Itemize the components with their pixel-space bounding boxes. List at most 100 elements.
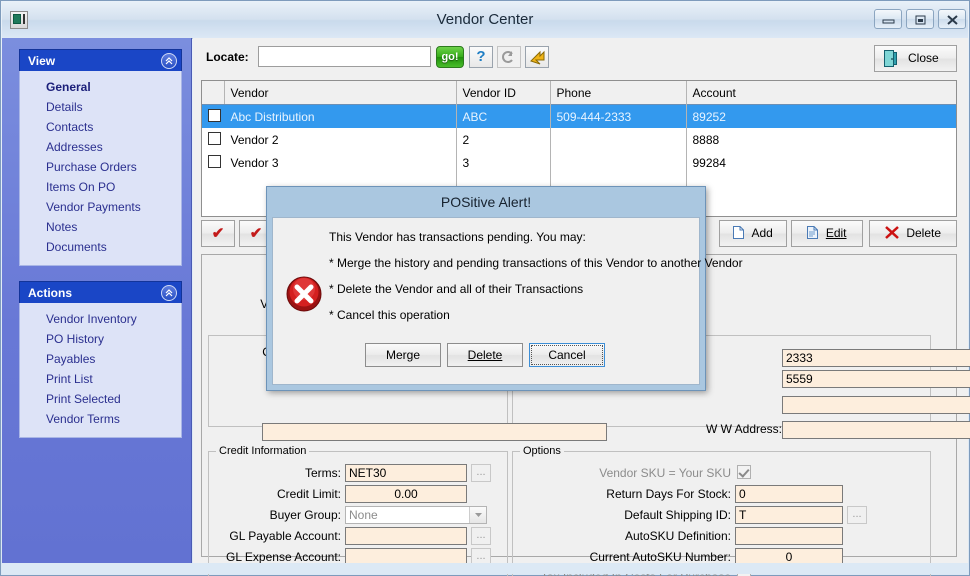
view-panel-header[interactable]: View (19, 49, 182, 71)
dialog-message-line-3: * Delete the Vendor and all of their Tra… (329, 282, 584, 296)
table-row[interactable]: Vendor 3 3 99284 (202, 151, 956, 174)
chevron-up-icon[interactable] (161, 53, 177, 69)
sidebar-item-details[interactable]: Details (20, 97, 181, 117)
cell-vendor-id: 3 (462, 155, 470, 170)
gl-expense-label: GL Expense Account: (226, 550, 341, 564)
terms-label: Terms: (305, 466, 341, 480)
window-title: Vendor Center (436, 11, 534, 28)
return-days-field[interactable]: 0 (735, 485, 843, 503)
gl-payable-field[interactable] (345, 527, 467, 545)
credit-information-title: Credit Information (216, 445, 310, 457)
www-address-field[interactable] (782, 421, 970, 439)
table-header-row: Vendor Vendor ID Phone Account (202, 81, 956, 105)
credit-information-group: Credit Information Terms: NET30 ... Cred… (208, 445, 508, 576)
row-checkbox[interactable] (202, 151, 224, 174)
positive-alert-dialog: POSitive Alert! This Vendor has transact… (266, 186, 743, 391)
minimize-button[interactable] (874, 9, 902, 29)
checkbox-icon[interactable] (208, 155, 221, 168)
refresh-arrow-icon[interactable] (497, 46, 521, 68)
email-field[interactable] (782, 396, 970, 414)
add-label: Add (751, 226, 773, 240)
view-panel: View General Details Contacts Addresses … (19, 49, 182, 266)
shipping-id-field[interactable]: T (735, 506, 843, 524)
edit-label: Edit (826, 226, 847, 240)
cell-phone: 509-444-2333 (550, 104, 686, 128)
add-button[interactable]: Add (719, 220, 787, 247)
red-error-x-icon (286, 276, 322, 312)
sidebar-item-purchase-orders[interactable]: Purchase Orders (20, 157, 181, 177)
vendor-sku-label: Vendor SKU = Your SKU (599, 466, 731, 480)
sidebar-item-print-list[interactable]: Print List (20, 369, 181, 389)
chevron-down-icon[interactable] (469, 507, 486, 523)
sidebar-item-contacts[interactable]: Contacts (20, 117, 181, 137)
autosku-number-label: Current AutoSKU Number: (589, 550, 731, 564)
export-arrow-icon[interactable] (525, 46, 549, 68)
delete-button[interactable]: Delete (869, 220, 957, 247)
go-button[interactable]: go! (436, 46, 464, 68)
dialog-merge-button[interactable]: Merge (365, 343, 441, 367)
options-group: Options Vendor SKU = Your SKU Return Day… (512, 445, 931, 576)
credit-limit-label: Credit Limit: (276, 487, 341, 501)
column-header-vendor[interactable]: Vendor (224, 81, 457, 105)
column-header-phone[interactable]: Phone (550, 81, 687, 105)
window-close-button[interactable] (938, 9, 966, 29)
sidebar-item-vendor-terms[interactable]: Vendor Terms (20, 409, 181, 429)
column-header-checkbox[interactable] (202, 81, 225, 105)
sidebar-item-notes[interactable]: Notes (20, 217, 181, 237)
dialog-delete-button[interactable]: Delete (447, 343, 523, 367)
terms-browse-button[interactable]: ... (471, 464, 491, 482)
dialog-cancel-label: Cancel (548, 348, 586, 362)
autosku-definition-field[interactable] (735, 527, 843, 545)
buyer-group-select[interactable]: None (345, 506, 487, 524)
column-header-vendor-id[interactable]: Vendor ID (456, 81, 551, 105)
sidebar-item-print-selected[interactable]: Print Selected (20, 389, 181, 409)
gl-payable-browse-button[interactable]: ... (471, 527, 491, 545)
red-check-icon: ✔ (211, 225, 225, 242)
sidebar-item-vendor-payments[interactable]: Vendor Payments (20, 197, 181, 217)
cell-vendor: Abc Distribution (224, 104, 456, 128)
table-row[interactable]: Vendor 2 2 8888 (202, 128, 956, 151)
edit-label-text: Edit (825, 226, 847, 240)
row-checkbox[interactable] (202, 128, 224, 151)
return-days-label: Return Days For Stock: (606, 487, 731, 501)
terms-field[interactable]: NET30 (345, 464, 467, 482)
sidebar-item-addresses[interactable]: Addresses (20, 137, 181, 157)
locate-label: Locate: (206, 50, 249, 64)
edit-button[interactable]: Edit (791, 220, 863, 247)
shipping-id-browse-button[interactable]: ... (847, 506, 867, 524)
shipping-id-label: Default Shipping ID: (624, 508, 731, 522)
sidebar-item-payables[interactable]: Payables (20, 349, 181, 369)
checkbox-icon[interactable] (208, 132, 221, 145)
actions-panel-title: Actions (28, 286, 73, 300)
sidebar-item-vendor-inventory[interactable]: Vendor Inventory (20, 309, 181, 329)
column-header-account[interactable]: Account (686, 81, 956, 105)
new-page-icon (733, 226, 745, 239)
sidebar-item-general[interactable]: General (20, 77, 181, 97)
question-mark-icon[interactable]: ? (469, 46, 493, 68)
phone-field[interactable]: 2333 (782, 349, 970, 367)
table-row[interactable]: Abc Distribution ABC 509-444-2333 89252 (202, 104, 956, 128)
window-bottom-strip (2, 563, 968, 574)
checkbox-icon[interactable] (208, 109, 221, 122)
red-check-all-icon: ✔ (249, 225, 263, 242)
fax-field[interactable]: 5559 (782, 370, 970, 388)
maximize-button[interactable] (906, 9, 934, 29)
dialog-cancel-button[interactable]: Cancel (529, 343, 605, 367)
close-button[interactable]: Close (874, 45, 957, 72)
cell-account: 8888 (692, 132, 720, 147)
sidebar-item-po-history[interactable]: PO History (20, 329, 181, 349)
select-check-button[interactable]: ✔ (201, 220, 235, 247)
credit-limit-field[interactable]: 0.00 (345, 485, 467, 503)
vendor-sku-checkbox[interactable] (737, 465, 751, 479)
red-x-icon (885, 226, 899, 239)
sidebar-item-documents[interactable]: Documents (20, 237, 181, 257)
address-line-field[interactable] (262, 423, 607, 441)
actions-panel-header[interactable]: Actions (19, 281, 182, 303)
cell-vendor-id: 2 (462, 132, 470, 147)
chevron-up-icon[interactable] (161, 285, 177, 301)
sidebar: View General Details Contacts Addresses … (2, 38, 192, 563)
buyer-group-label: Buyer Group: (269, 508, 341, 522)
locate-input[interactable] (258, 46, 431, 67)
sidebar-item-items-on-po[interactable]: Items On PO (20, 177, 181, 197)
row-checkbox[interactable] (202, 104, 224, 128)
